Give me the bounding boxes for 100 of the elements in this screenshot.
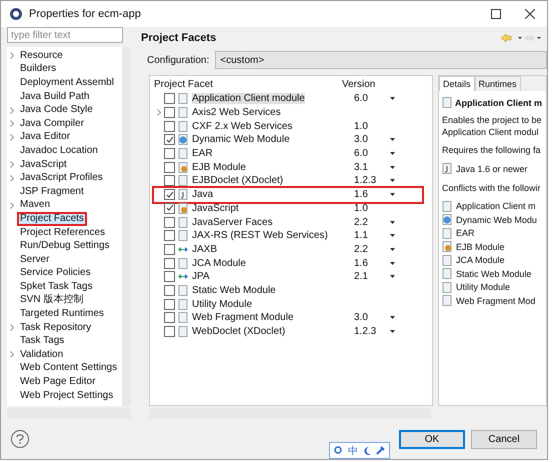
facet-name[interactable]: Web Fragment Module — [192, 312, 294, 324]
tree-item[interactable]: Validation — [17, 348, 66, 362]
tree-item[interactable]: Task Tags — [17, 334, 68, 348]
ime-toolbar[interactable]: 中 — [329, 442, 390, 459]
checkbox[interactable] — [164, 134, 175, 146]
tree-item[interactable]: JSP Fragment — [17, 184, 87, 199]
expand-icon[interactable] — [10, 324, 14, 332]
facet-name[interactable]: JAXB — [192, 244, 218, 255]
tree-item[interactable]: Builders — [17, 62, 60, 76]
tab[interactable]: Runtimes — [474, 76, 521, 91]
filter-field[interactable]: type filter text — [7, 27, 123, 43]
facet-name[interactable]: JPA — [192, 271, 210, 282]
close-icon[interactable] — [525, 9, 535, 19]
expand-icon[interactable] — [10, 120, 14, 128]
facet-name[interactable]: EJBDoclet (XDoclet) — [192, 175, 284, 186]
tree-item[interactable]: Java Code Style — [17, 103, 96, 118]
checkbox[interactable] — [164, 162, 175, 173]
facet-name[interactable]: JavaScript — [192, 202, 239, 214]
facet-name[interactable]: EJB Module — [192, 162, 246, 173]
wrench-icon[interactable] — [376, 446, 385, 455]
checkbox[interactable] — [164, 107, 175, 118]
checkbox[interactable] — [164, 230, 175, 242]
facet-name[interactable]: EAR — [192, 148, 213, 160]
tree-item[interactable]: Maven — [17, 198, 54, 212]
caret-icon[interactable] — [390, 97, 395, 100]
tree-item[interactable]: Web Content Settings — [17, 361, 120, 376]
checkbox[interactable] — [164, 258, 175, 269]
caret-icon[interactable] — [390, 248, 395, 251]
tree-item[interactable]: Java Build Path — [17, 90, 92, 104]
facet-name[interactable]: Dynamic Web Module — [192, 134, 290, 146]
expand-icon[interactable] — [10, 202, 14, 209]
search-icon[interactable] — [334, 446, 343, 455]
checkbox[interactable] — [164, 148, 175, 160]
caret-icon[interactable] — [390, 193, 395, 196]
maximize-icon[interactable] — [491, 9, 501, 19]
facet-name[interactable]: JavaServer Faces — [192, 216, 273, 228]
tree-item[interactable]: Java Editor — [17, 130, 74, 144]
tree-item[interactable]: Java Compiler — [17, 116, 87, 131]
tree-item[interactable]: Spket Task Tags — [17, 280, 96, 294]
checkbox[interactable] — [164, 216, 175, 228]
caret-icon[interactable] — [390, 330, 395, 334]
facet-name[interactable]: Utility Module — [192, 298, 252, 310]
caret-icon[interactable] — [390, 166, 395, 169]
ime-mode-text[interactable]: 中 — [348, 444, 358, 458]
tree-item[interactable]: Web Project Settings — [17, 388, 116, 403]
caret-icon[interactable] — [390, 152, 395, 156]
caret-icon[interactable] — [390, 234, 395, 238]
tree-item[interactable]: Server — [17, 252, 52, 267]
facet-name[interactable]: JAX-RS (REST Web Services) — [192, 230, 328, 242]
facet-name[interactable]: WebDoclet (XDoclet) — [192, 326, 286, 338]
expand-icon[interactable] — [10, 106, 14, 114]
cancel-button[interactable]: Cancel — [471, 430, 537, 448]
facet-name[interactable]: Axis2 Web Services — [192, 107, 281, 118]
facet-name[interactable]: Java — [192, 189, 214, 200]
ok-button[interactable]: OK — [399, 430, 465, 448]
caret-icon[interactable] — [390, 220, 395, 224]
expand-icon[interactable] — [10, 174, 14, 182]
tree-item[interactable]: Deployment Assembl — [17, 76, 117, 90]
checkbox[interactable] — [164, 298, 175, 310]
checkbox[interactable] — [164, 120, 175, 132]
tree-item[interactable]: Project References — [17, 226, 108, 240]
caret-icon[interactable] — [390, 275, 395, 278]
tab[interactable]: Details — [439, 76, 475, 91]
tree-item[interactable]: Project Facets — [17, 212, 87, 226]
checkbox[interactable] — [164, 312, 175, 324]
tree-item[interactable]: Web Page Editor — [17, 375, 98, 390]
checkbox[interactable] — [164, 189, 175, 200]
tree-item[interactable]: JavaScript — [17, 158, 70, 172]
help-icon[interactable] — [11, 430, 29, 448]
expand-icon[interactable] — [10, 134, 14, 141]
checkbox[interactable] — [164, 326, 175, 338]
configuration-dropdown[interactable]: <custom> — [215, 51, 547, 69]
tree-item[interactable]: SVN 版本控制 — [17, 293, 86, 308]
checkbox[interactable] — [164, 244, 175, 255]
checkbox[interactable] — [164, 284, 175, 296]
tree-item[interactable]: Task Repository — [17, 320, 94, 335]
caret-icon[interactable] — [390, 138, 395, 142]
moon-icon[interactable] — [363, 446, 371, 455]
tree-item[interactable]: Resource — [17, 48, 66, 63]
caret-icon[interactable] — [390, 262, 395, 265]
expand-icon[interactable] — [10, 161, 14, 168]
expand-icon[interactable] — [10, 351, 14, 358]
facet-name[interactable]: Static Web Module — [192, 284, 276, 296]
caret-icon[interactable] — [390, 316, 395, 320]
expand-icon[interactable] — [10, 52, 14, 60]
facet-name[interactable]: JCA Module — [192, 258, 246, 269]
facet-name[interactable]: CXF 2.x Web Services — [192, 120, 292, 132]
tree-item[interactable]: JavaScript Profiles — [17, 171, 106, 186]
checkbox[interactable] — [164, 175, 175, 186]
navigation-arrows-icon[interactable] — [501, 33, 541, 43]
checkbox[interactable] — [164, 93, 175, 104]
tree-item[interactable]: Targeted Runtimes — [17, 307, 107, 322]
facet-name[interactable]: Application Client module — [192, 93, 305, 104]
expand-icon[interactable] — [157, 109, 161, 116]
checkbox[interactable] — [164, 271, 175, 282]
tree-item[interactable]: Service Policies — [17, 266, 94, 280]
caret-icon[interactable] — [390, 179, 395, 182]
tree-item[interactable]: Javadoc Location — [17, 144, 101, 158]
tree-item[interactable]: Run/Debug Settings — [17, 239, 113, 254]
checkbox[interactable] — [164, 202, 175, 214]
